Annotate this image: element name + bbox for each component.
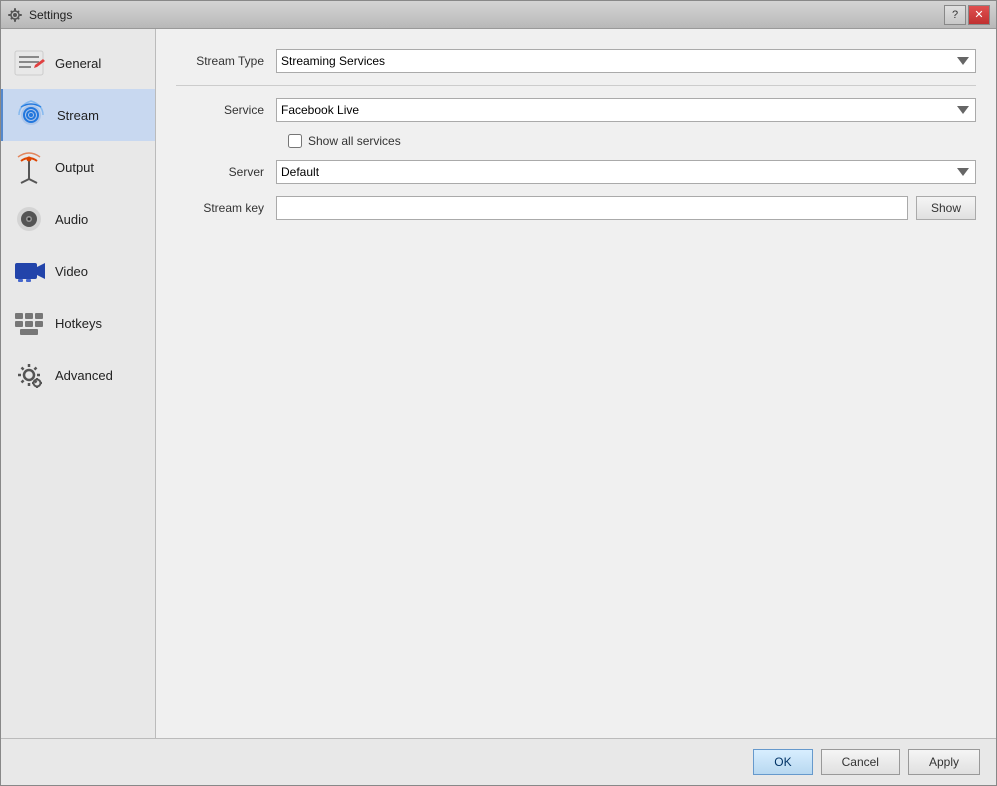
hotkeys-label: Hotkeys	[55, 316, 102, 331]
stream-icon	[13, 97, 49, 133]
sidebar-item-advanced[interactable]: Advanced	[1, 349, 155, 401]
sidebar-item-general[interactable]: General	[1, 37, 155, 89]
settings-window: Settings ? ✕	[0, 0, 997, 786]
advanced-label: Advanced	[55, 368, 113, 383]
server-control: Default	[276, 160, 976, 184]
bottom-bar: OK Cancel Apply	[1, 738, 996, 785]
ok-button[interactable]: OK	[753, 749, 812, 775]
output-label: Output	[55, 160, 94, 175]
show-all-services-checkbox[interactable]	[288, 134, 302, 148]
stream-type-select[interactable]: Streaming Services	[276, 49, 976, 73]
video-label: Video	[55, 264, 88, 279]
hotkeys-icon	[11, 305, 47, 341]
general-label: General	[55, 56, 101, 71]
window-title: Settings	[29, 8, 72, 22]
server-label: Server	[176, 165, 276, 179]
stream-key-label: Stream key	[176, 201, 276, 215]
separator-1	[176, 85, 976, 86]
service-select[interactable]: Facebook Live	[276, 98, 976, 122]
service-row: Service Facebook Live	[176, 98, 976, 122]
server-row: Server Default	[176, 160, 976, 184]
show-all-services-label[interactable]: Show all services	[308, 134, 401, 148]
title-bar-left: Settings	[7, 7, 72, 23]
audio-icon	[11, 201, 47, 237]
stream-settings-section: Stream Type Streaming Services Service F…	[176, 49, 976, 718]
sidebar: General Stream	[1, 29, 156, 738]
video-icon	[11, 253, 47, 289]
main-panel: Stream Type Streaming Services Service F…	[156, 29, 996, 738]
sidebar-item-audio[interactable]: Audio	[1, 193, 155, 245]
title-bar: Settings ? ✕	[1, 1, 996, 29]
cancel-button[interactable]: Cancel	[821, 749, 900, 775]
sidebar-item-stream[interactable]: Stream	[1, 89, 155, 141]
show-all-services-row: Show all services	[288, 134, 976, 148]
audio-label: Audio	[55, 212, 88, 227]
show-key-button[interactable]: Show	[916, 196, 976, 220]
stream-key-control: Show	[276, 196, 976, 220]
stream-type-row: Stream Type Streaming Services	[176, 49, 976, 73]
stream-type-label: Stream Type	[176, 54, 276, 68]
settings-title-icon	[7, 7, 23, 23]
service-label: Service	[176, 103, 276, 117]
stream-key-input[interactable]	[276, 196, 908, 220]
apply-button[interactable]: Apply	[908, 749, 980, 775]
sidebar-item-video[interactable]: Video	[1, 245, 155, 297]
stream-label: Stream	[57, 108, 99, 123]
output-icon	[11, 149, 47, 185]
close-button[interactable]: ✕	[968, 5, 990, 25]
advanced-icon	[11, 357, 47, 393]
service-control: Facebook Live	[276, 98, 976, 122]
stream-key-row: Stream key Show	[176, 196, 976, 220]
sidebar-item-hotkeys[interactable]: Hotkeys	[1, 297, 155, 349]
server-select[interactable]: Default	[276, 160, 976, 184]
sidebar-item-output[interactable]: Output	[1, 141, 155, 193]
general-icon	[11, 45, 47, 81]
help-button[interactable]: ?	[944, 5, 966, 25]
title-bar-buttons: ? ✕	[944, 5, 990, 25]
content-area: General Stream	[1, 29, 996, 738]
stream-type-control: Streaming Services	[276, 49, 976, 73]
